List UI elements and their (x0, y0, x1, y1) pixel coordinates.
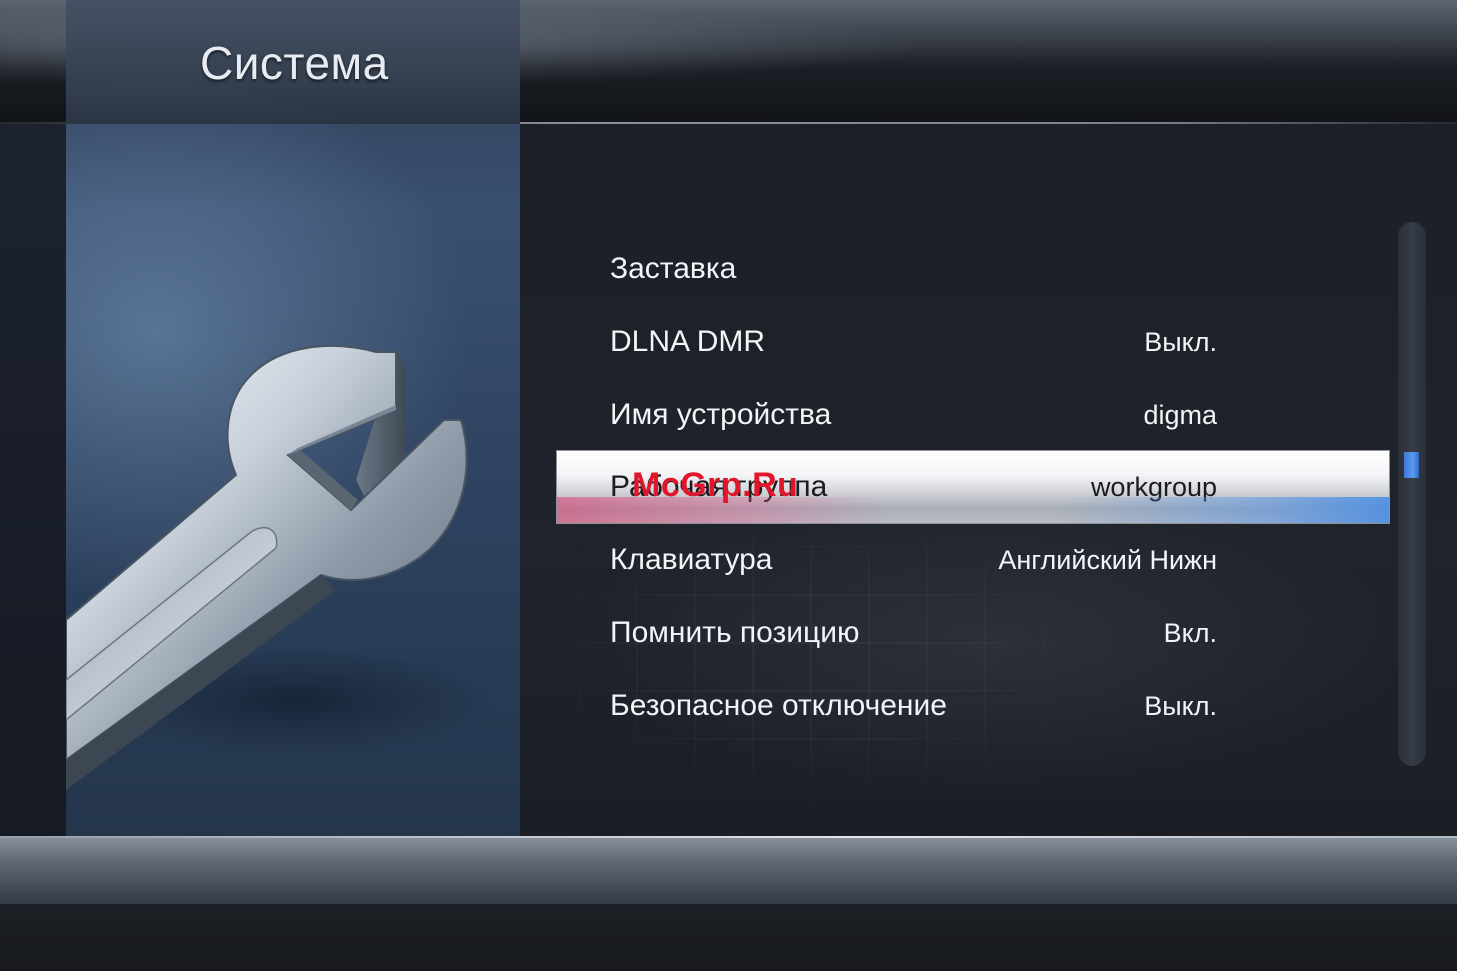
menu-item-value: Выкл. (1144, 691, 1217, 721)
menu-item-value: workgroup (1090, 472, 1217, 502)
page-title: Система (200, 37, 389, 89)
menu-item-label: DLNA DMR (610, 325, 766, 358)
menu-item-value: Вкл. (1163, 618, 1217, 648)
menu-item-label: Имя устройства (610, 398, 832, 431)
left-edge-strip (0, 124, 66, 836)
footer-dark-strip (0, 904, 1457, 971)
menu-item-remember-position[interactable]: Помнить позицию Вкл. (557, 597, 1389, 669)
menu-item-label: Клавиатура (610, 543, 773, 576)
menu-item-screensaver[interactable]: Заставка (557, 233, 1389, 305)
menu-item-device-name[interactable]: Имя устройства digma (557, 379, 1389, 451)
scrollbar-thumb[interactable] (1404, 452, 1419, 478)
menu-item-dlna-dmr[interactable]: DLNA DMR Выкл. (557, 306, 1389, 378)
menu-item-value: Выкл. (1144, 327, 1217, 357)
menu-item-value: Английский Нижн (998, 545, 1217, 575)
footer-bar (0, 836, 1457, 971)
menu-item-label: Заставка (610, 252, 737, 285)
menu-item-safe-removal[interactable]: Безопасное отключение Выкл. (557, 670, 1389, 742)
settings-screen: Система Заставка DLNA DMR Выкл. Имя устр… (0, 0, 1457, 971)
menu-item-keyboard[interactable]: Клавиатура Английский Нижн (557, 524, 1389, 596)
scrollbar-track[interactable] (1398, 222, 1426, 766)
category-illustration (66, 0, 520, 836)
menu-item-value: digma (1143, 400, 1217, 430)
menu-item-label: Безопасное отключение (610, 689, 947, 722)
watermark: McGrp.Ru (632, 466, 799, 504)
menu-item-label: Помнить позицию (610, 616, 860, 649)
wrench-icon (66, 344, 496, 790)
